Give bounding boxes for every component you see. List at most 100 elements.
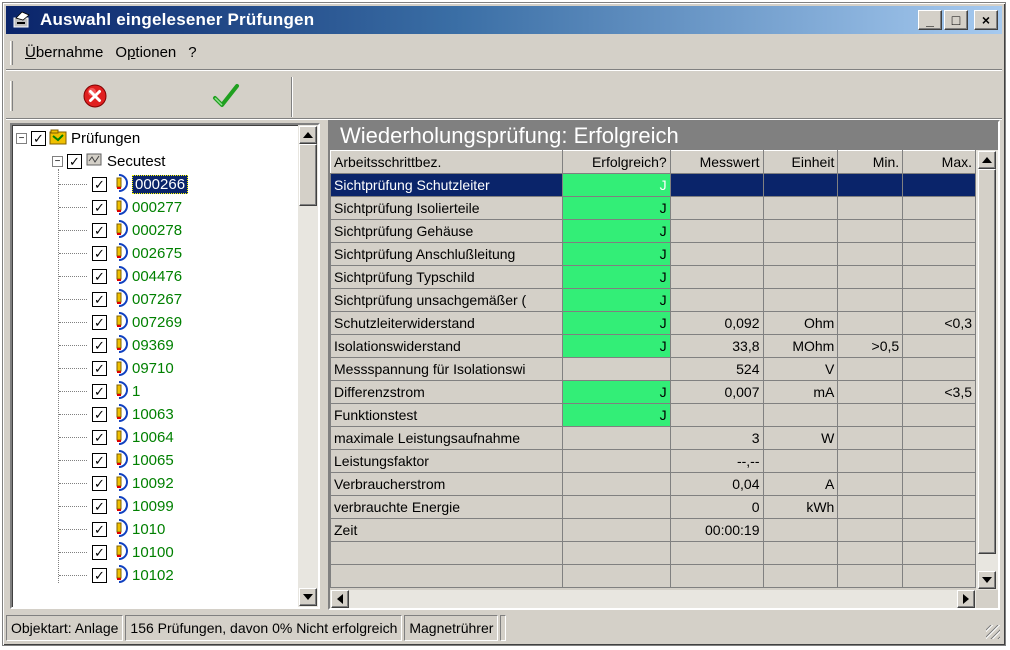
checkbox[interactable]: ✓: [92, 453, 107, 468]
cell-value[interactable]: 0,04: [669, 472, 764, 496]
cell-name[interactable]: Schutzleiterwiderstand: [330, 311, 563, 335]
tree-vertical-scrollbar[interactable]: [298, 125, 318, 607]
cell-min[interactable]: [837, 265, 904, 289]
cell-name[interactable]: maximale Leistungsaufnahme: [330, 426, 563, 450]
tree-item[interactable]: ✓ 004476: [92, 265, 182, 288]
checkbox[interactable]: ✓: [92, 269, 107, 284]
cell-ok[interactable]: J: [561, 288, 671, 312]
checkbox[interactable]: ✓: [92, 338, 107, 353]
cell-min[interactable]: [837, 449, 904, 473]
tree-item[interactable]: ✓ 09369: [92, 334, 174, 357]
cell-name[interactable]: Sichtprüfung Anschlußleitung: [330, 242, 563, 266]
cell-ok[interactable]: [561, 518, 671, 542]
grid-scroll-right-button[interactable]: [957, 590, 975, 608]
cell-min[interactable]: [837, 518, 904, 542]
table-row[interactable]: Sichtprüfung Schutzleiter J: [330, 173, 976, 197]
menu-optionen[interactable]: Optionen: [111, 44, 184, 61]
cancel-button[interactable]: [78, 81, 112, 111]
checkbox[interactable]: ✓: [92, 545, 107, 560]
cell-ok[interactable]: J: [561, 173, 671, 197]
checkbox[interactable]: ✓: [92, 407, 107, 422]
cell-unit[interactable]: V: [762, 357, 839, 381]
cell-min[interactable]: [837, 173, 904, 197]
table-row[interactable]: Isolationswiderstand J 33,8 MOhm >0,5: [330, 334, 976, 358]
cell-ok[interactable]: [561, 449, 671, 473]
cell-name[interactable]: Sichtprüfung Gehäuse: [330, 219, 563, 243]
column-header[interactable]: Min.: [837, 150, 904, 174]
column-header[interactable]: Erfolgreich?: [561, 150, 671, 174]
table-row[interactable]: Messspannung für Isolationswi 524 V: [330, 357, 976, 381]
cell-ok[interactable]: [561, 495, 671, 519]
cell-min[interactable]: [837, 196, 904, 220]
cell-unit[interactable]: [762, 196, 839, 220]
checkbox[interactable]: ✓: [92, 292, 107, 307]
cell-unit[interactable]: [762, 288, 839, 312]
tree-item[interactable]: ✓ 10092: [92, 472, 174, 495]
column-header[interactable]: Arbeitsschrittbez.: [330, 150, 563, 174]
cell-value[interactable]: --,--: [669, 449, 764, 473]
cell-value[interactable]: [669, 541, 764, 565]
cell-value[interactable]: 0,007: [669, 380, 764, 404]
tree-scroll-down-button[interactable]: [299, 588, 317, 606]
accept-button[interactable]: [209, 81, 243, 111]
cell-ok[interactable]: J: [561, 334, 671, 358]
cell-value[interactable]: 3: [669, 426, 764, 450]
column-header[interactable]: Max.: [902, 150, 976, 174]
cell-max[interactable]: [902, 219, 976, 243]
tree-scroll-thumb[interactable]: [299, 144, 317, 206]
table-row[interactable]: Sichtprüfung Anschlußleitung J: [330, 242, 976, 266]
collapse-icon[interactable]: −: [16, 133, 27, 144]
cell-ok[interactable]: J: [561, 380, 671, 404]
checkbox[interactable]: ✓: [92, 177, 107, 192]
checkbox[interactable]: ✓: [92, 430, 107, 445]
tree-item[interactable]: ✓ 1010: [92, 518, 165, 541]
cell-max[interactable]: [902, 403, 976, 427]
checkbox[interactable]: ✓: [92, 223, 107, 238]
checkbox[interactable]: ✓: [31, 131, 46, 146]
tree-item[interactable]: ✓ 10064: [92, 426, 174, 449]
cell-min[interactable]: [837, 288, 904, 312]
close-button[interactable]: ×: [974, 10, 998, 30]
tree-item[interactable]: ✓ 000266: [92, 173, 189, 196]
cell-value[interactable]: [669, 242, 764, 266]
cell-value[interactable]: 33,8: [669, 334, 764, 358]
table-row[interactable]: Sichtprüfung Typschild J: [330, 265, 976, 289]
table-row[interactable]: Sichtprüfung Gehäuse J: [330, 219, 976, 243]
tree-item[interactable]: ✓ 000277: [92, 196, 182, 219]
cell-min[interactable]: [837, 219, 904, 243]
cell-unit[interactable]: [762, 449, 839, 473]
cell-value[interactable]: [669, 196, 764, 220]
cell-unit[interactable]: Ohm: [762, 311, 839, 335]
cell-unit[interactable]: W: [762, 426, 839, 450]
checkbox[interactable]: ✓: [92, 522, 107, 537]
cell-min[interactable]: [837, 564, 904, 588]
cell-max[interactable]: <3,5: [902, 380, 976, 404]
grid-horizontal-scrollbar[interactable]: [330, 590, 976, 608]
cell-value[interactable]: [669, 173, 764, 197]
result-grid[interactable]: Arbeitsschrittbez. Erfolgreich? Messwert…: [330, 150, 976, 588]
cell-value[interactable]: [669, 564, 764, 588]
table-row[interactable]: Zeit 00:00:19: [330, 518, 976, 542]
cell-name[interactable]: [330, 564, 563, 588]
tree-item[interactable]: ✓ 1: [92, 380, 140, 403]
tree-group-node[interactable]: − ✓ Secutest: [52, 150, 165, 173]
checkbox[interactable]: ✓: [92, 361, 107, 376]
cell-ok[interactable]: J: [561, 219, 671, 243]
cell-unit[interactable]: MOhm: [762, 334, 839, 358]
cell-max[interactable]: [902, 288, 976, 312]
maximize-button[interactable]: □: [944, 10, 968, 30]
cell-ok[interactable]: J: [561, 403, 671, 427]
grid-vertical-scrollbar[interactable]: [976, 150, 998, 590]
checkbox[interactable]: ✓: [92, 476, 107, 491]
cell-ok[interactable]: J: [561, 242, 671, 266]
cell-ok[interactable]: [561, 564, 671, 588]
cell-value[interactable]: 0,092: [669, 311, 764, 335]
cell-ok[interactable]: [561, 472, 671, 496]
tree-item[interactable]: ✓ 007269: [92, 311, 182, 334]
cell-name[interactable]: Sichtprüfung Isolierteile: [330, 196, 563, 220]
cell-max[interactable]: [902, 449, 976, 473]
cell-unit[interactable]: kWh: [762, 495, 839, 519]
checkbox[interactable]: ✓: [92, 200, 107, 215]
cell-min[interactable]: [837, 472, 904, 496]
tree-item[interactable]: ✓ 10099: [92, 495, 174, 518]
